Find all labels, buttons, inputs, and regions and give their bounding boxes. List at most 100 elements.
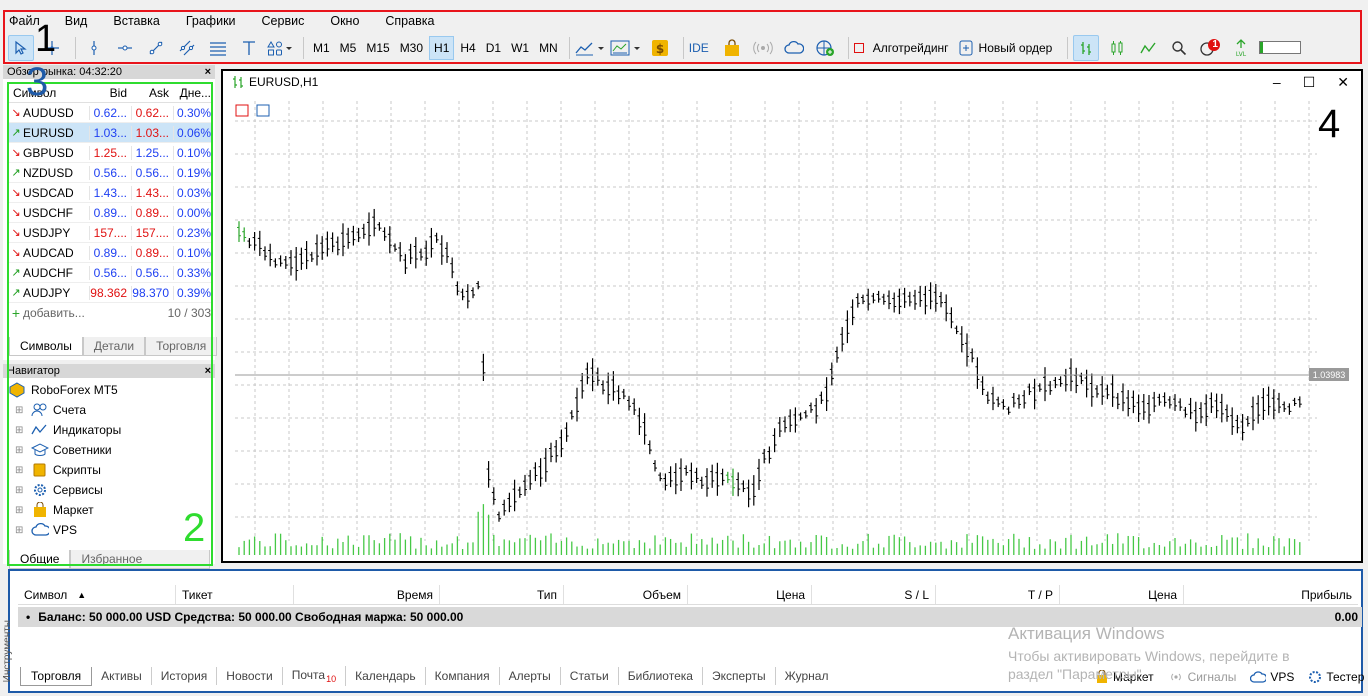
col-price[interactable]: Цена	[688, 585, 812, 604]
trendline-button[interactable]	[143, 35, 169, 61]
cursor-tool-button[interactable]	[8, 34, 34, 61]
ide-button[interactable]: IDE	[689, 41, 709, 55]
market-watch-row[interactable]: ↘ AUDCAD 0.89... 0.89... 0.10%	[9, 243, 213, 263]
market-bag-button[interactable]	[719, 35, 745, 61]
tab-common[interactable]: Общие	[9, 550, 71, 569]
close-icon[interactable]: ✕	[1337, 74, 1349, 91]
price-chart[interactable]: 1.03983	[223, 93, 1361, 561]
add-market-button[interactable]	[812, 35, 838, 61]
vps-cloud-button[interactable]	[781, 35, 807, 61]
expand-icon[interactable]: ⊞	[15, 405, 27, 416]
expand-icon[interactable]: ⊞	[15, 445, 27, 456]
navigator-item-scripts[interactable]: ⊞ Скрипты	[9, 460, 215, 480]
fibonacci-button[interactable]	[205, 35, 231, 61]
status-signals[interactable]: Сигналы	[1168, 670, 1236, 684]
col-current-price[interactable]: Цена	[1060, 585, 1184, 604]
new-order-button[interactable]: Новый ордер	[959, 40, 1052, 56]
market-watch-row[interactable]: ↗ EURUSD 1.03... 1.03... 0.06%	[9, 123, 213, 143]
close-icon[interactable]: ×	[205, 66, 211, 78]
indicators-dropdown-button[interactable]	[575, 35, 605, 61]
bar-chart-button[interactable]	[1073, 34, 1100, 61]
tab-journal[interactable]: Журнал	[776, 667, 838, 685]
market-watch-row[interactable]: ↗ NZDUSD 0.56... 0.56... 0.19%	[9, 163, 213, 183]
status-tester[interactable]: Тестер	[1308, 670, 1364, 684]
horizontal-line-button[interactable]	[112, 35, 138, 61]
col-bid[interactable]: Bid	[89, 86, 131, 100]
menu-view[interactable]: Вид	[65, 14, 88, 28]
search-button[interactable]	[1166, 35, 1192, 61]
text-tool-button[interactable]	[236, 35, 262, 61]
navigator-item-indicators[interactable]: ⊞ Индикаторы	[9, 420, 215, 440]
tf-w1-button[interactable]: W1	[507, 36, 533, 60]
shapes-dropdown-button[interactable]	[267, 35, 293, 61]
tf-d1-button[interactable]: D1	[482, 36, 505, 60]
navigator-item-services[interactable]: ⊞ Сервисы	[9, 480, 215, 500]
deposit-button[interactable]: $	[647, 35, 673, 61]
expand-icon[interactable]: ⊞	[15, 485, 27, 496]
tab-details[interactable]: Детали	[82, 337, 146, 356]
close-icon[interactable]: ×	[205, 365, 211, 377]
col-symbol[interactable]: Символ	[9, 86, 89, 100]
tf-m1-button[interactable]: M1	[309, 36, 334, 60]
maximize-icon[interactable]: ☐	[1303, 74, 1316, 91]
expand-icon[interactable]: ⊞	[15, 525, 27, 536]
col-ticket[interactable]: Тикет	[176, 585, 294, 604]
col-symbol[interactable]: Символ ▲	[18, 585, 176, 604]
notifications-button[interactable]: 1	[1197, 35, 1223, 61]
menu-charts[interactable]: Графики	[186, 14, 236, 28]
menu-help[interactable]: Справка	[385, 14, 434, 28]
navigator-item-accounts[interactable]: ⊞ Счета	[9, 400, 215, 420]
col-sl[interactable]: S / L	[812, 585, 936, 604]
line-chart-button[interactable]	[1135, 35, 1161, 61]
tab-experts[interactable]: Эксперты	[703, 667, 776, 686]
market-watch-row[interactable]: ↘ AUDUSD 0.62... 0.62... 0.30%	[9, 103, 213, 123]
tf-mn-button[interactable]: MN	[535, 36, 562, 60]
market-watch-row[interactable]: ↗ AUDJPY 98.362 98.370 0.39%	[9, 283, 213, 303]
tab-company[interactable]: Компания	[426, 667, 500, 686]
col-type[interactable]: Тип	[440, 585, 564, 604]
vertical-line-button[interactable]	[81, 35, 107, 61]
signals-button[interactable]	[750, 35, 776, 61]
menu-tools[interactable]: Сервис	[262, 14, 305, 28]
tab-history[interactable]: История	[152, 667, 218, 686]
candles-button[interactable]	[1104, 35, 1130, 61]
col-profit[interactable]: Прибыль	[1184, 585, 1358, 604]
tab-symbols[interactable]: Символы	[9, 337, 83, 356]
col-tp[interactable]: T / P	[936, 585, 1060, 604]
tab-favorites[interactable]: Избранное	[70, 550, 211, 569]
menu-insert[interactable]: Вставка	[113, 14, 159, 28]
navigator-item-experts[interactable]: ⊞ Советники	[9, 440, 215, 460]
tf-m30-button[interactable]: M30	[396, 36, 427, 60]
tab-alerts[interactable]: Алерты	[500, 667, 561, 686]
col-ask[interactable]: Ask	[131, 86, 173, 100]
tab-trade[interactable]: Торговля	[20, 666, 93, 686]
col-time[interactable]: Время	[294, 585, 440, 604]
tf-h4-button[interactable]: H4	[456, 36, 479, 60]
tab-calendar[interactable]: Календарь	[346, 667, 426, 686]
depth-of-market-icon[interactable]	[256, 104, 270, 117]
level-indicator-button[interactable]: LVL	[1228, 35, 1254, 61]
templates-dropdown-button[interactable]	[610, 35, 642, 61]
status-vps[interactable]: VPS	[1250, 670, 1294, 684]
tab-library[interactable]: Библиотека	[619, 667, 703, 686]
minimize-icon[interactable]: –	[1273, 74, 1281, 91]
market-watch-row[interactable]: ↘ USDCAD 1.43... 1.43... 0.03%	[9, 183, 213, 203]
col-volume[interactable]: Объем	[564, 585, 688, 604]
expand-icon[interactable]: ⊞	[15, 505, 27, 516]
tf-m5-button[interactable]: M5	[336, 36, 361, 60]
market-watch-row[interactable]: ↗ AUDCHF 0.56... 0.56... 0.33%	[9, 263, 213, 283]
tab-exposure[interactable]: Активы	[92, 667, 152, 686]
add-symbol-row[interactable]: + добавить... 10 / 303	[9, 303, 213, 323]
toolbox-side-label[interactable]: Инструменты	[2, 620, 13, 682]
market-watch-row[interactable]: ↘ USDJPY 157.... 157.... 0.23%	[9, 223, 213, 243]
trade-panel-icon[interactable]	[235, 104, 249, 117]
expand-icon[interactable]: ⊞	[15, 465, 27, 476]
tab-articles[interactable]: Статьи	[561, 667, 619, 686]
menu-window[interactable]: Окно	[330, 14, 359, 28]
market-watch-row[interactable]: ↘ USDCHF 0.89... 0.89... 0.00%	[9, 203, 213, 223]
status-market[interactable]: Маркет	[1095, 670, 1154, 684]
equidistant-channel-button[interactable]	[174, 35, 200, 61]
tab-trading[interactable]: Торговля	[145, 337, 218, 356]
col-daily-change[interactable]: Дне...	[173, 86, 213, 100]
navigator-root[interactable]: RoboForex MT5	[9, 380, 215, 400]
